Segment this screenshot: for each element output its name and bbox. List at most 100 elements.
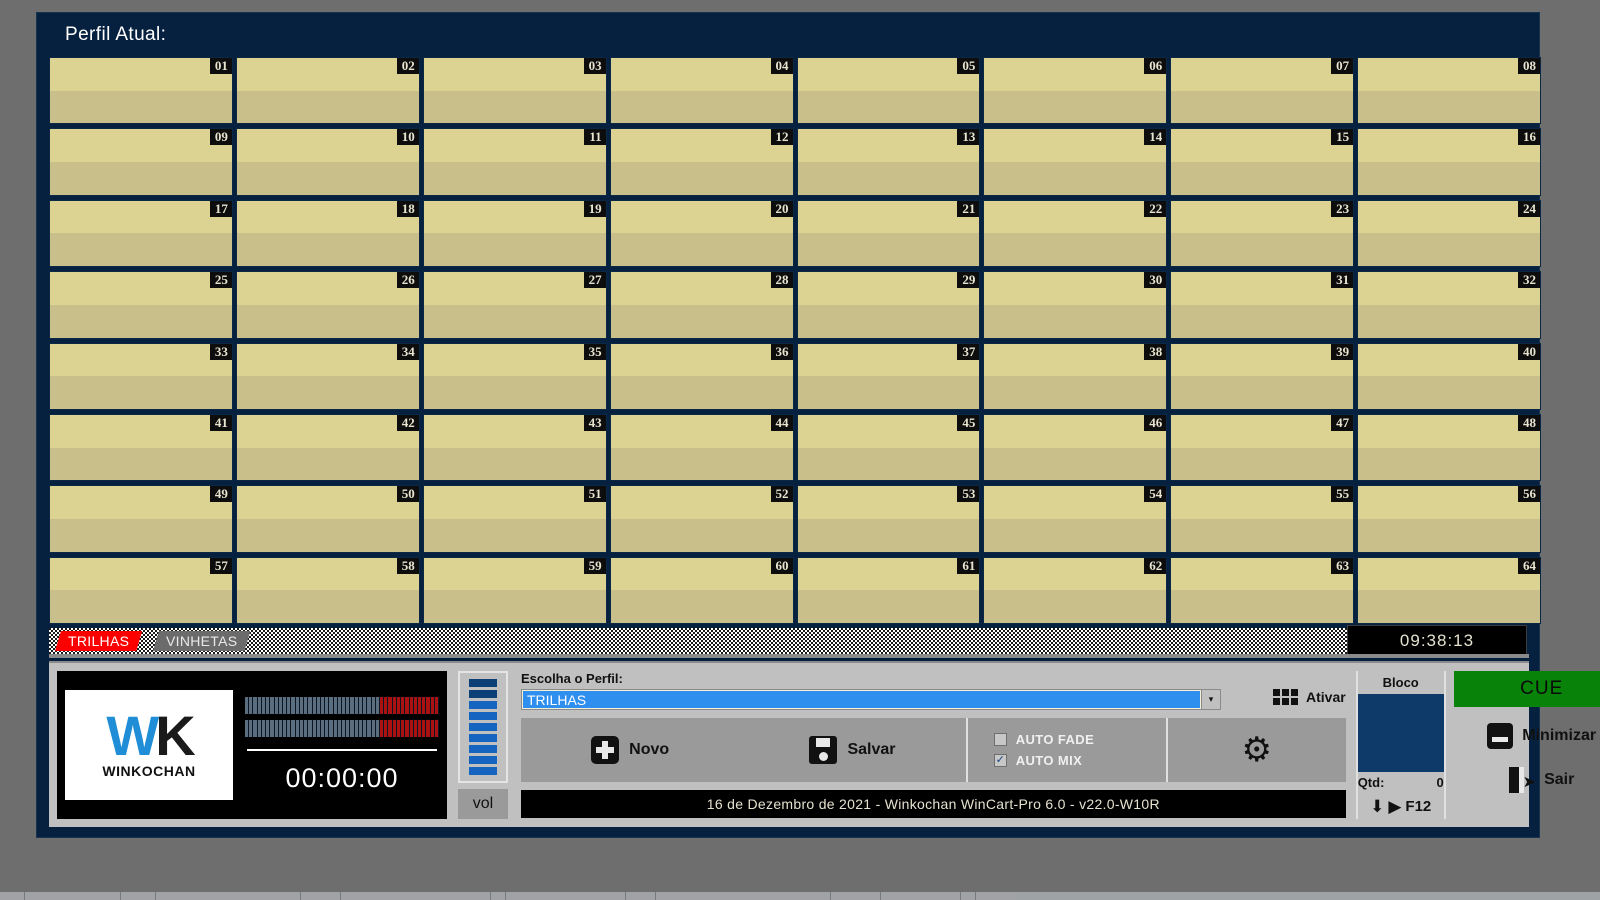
cart-number-badge: 39 (1331, 343, 1354, 360)
tab-vinhetas[interactable]: VINHETAS (153, 631, 250, 651)
cart-cell[interactable]: 46 (983, 413, 1168, 482)
cart-cell[interactable]: 27 (422, 271, 607, 339)
cart-cell[interactable]: 07 (1170, 57, 1355, 125)
cart-grid[interactable]: 01 02 03 04 05 06 07 08 09 10 11 12 13 14 15 16 17 18 19 20… (49, 57, 1541, 624)
cart-cell[interactable]: 56 (1357, 485, 1541, 553)
volume-bar[interactable] (469, 679, 497, 687)
cart-cell[interactable]: 40 (1357, 342, 1541, 410)
cart-cell[interactable]: 18 (235, 199, 420, 268)
volume-bar[interactable] (469, 712, 497, 720)
cart-cell[interactable]: 57 (49, 556, 233, 624)
cart-cell[interactable]: 33 (49, 342, 233, 410)
auto-fade-checkbox[interactable] (993, 733, 1007, 746)
sair-button[interactable]: ➤ Sair (1509, 767, 1574, 793)
cart-cell[interactable]: 05 (796, 57, 981, 125)
cart-cell[interactable]: 06 (983, 57, 1168, 125)
cart-cell[interactable]: 55 (1170, 485, 1355, 553)
cart-cell[interactable]: 17 (49, 199, 233, 268)
volume-bar[interactable] (469, 690, 497, 698)
cart-cell[interactable]: 49 (49, 485, 233, 553)
cart-cell[interactable]: 12 (609, 128, 794, 196)
bloco-shortcut[interactable]: ⬇ ▶ F12 (1370, 798, 1431, 815)
cart-cell[interactable]: 34 (235, 342, 420, 410)
profile-selected-value[interactable]: TRILHAS (522, 690, 1201, 709)
cart-cell[interactable]: 51 (422, 485, 607, 553)
cart-cell[interactable]: 38 (983, 342, 1168, 410)
cart-cell[interactable]: 52 (609, 485, 794, 553)
cart-cell[interactable]: 28 (609, 271, 794, 339)
cart-cell[interactable]: 30 (983, 271, 1168, 339)
auto-fade-checkbox-row[interactable]: AUTO FADE (993, 732, 1166, 747)
cart-cell[interactable]: 22 (983, 199, 1168, 268)
cart-cell[interactable]: 39 (1170, 342, 1355, 410)
volume-bar[interactable] (469, 701, 497, 709)
volume-bar[interactable] (469, 756, 497, 764)
cart-cell[interactable]: 02 (235, 57, 420, 125)
salvar-button[interactable]: Salvar (809, 736, 896, 764)
bloco-list[interactable] (1357, 694, 1444, 772)
cart-cell[interactable]: 25 (49, 271, 233, 339)
cart-cell[interactable]: 48 (1357, 413, 1541, 482)
tab-trilhas[interactable]: TRILHAS (55, 631, 142, 651)
cart-cell[interactable]: 31 (1170, 271, 1355, 339)
minimizar-button[interactable]: Minimizar (1487, 723, 1596, 749)
cart-cell[interactable]: 08 (1357, 57, 1541, 125)
cart-cell[interactable]: 20 (609, 199, 794, 268)
cart-cell[interactable]: 42 (235, 413, 420, 482)
cart-cell[interactable]: 45 (796, 413, 981, 482)
volume-slider[interactable] (458, 671, 508, 783)
cart-cell[interactable]: 43 (422, 413, 607, 482)
chevron-down-icon[interactable]: ▾ (1201, 690, 1220, 709)
cart-cell[interactable]: 09 (49, 128, 233, 196)
cart-cell[interactable]: 23 (1170, 199, 1355, 268)
vu-segment (392, 719, 396, 737)
cart-cell[interactable]: 53 (796, 485, 981, 553)
cart-cell[interactable]: 14 (983, 128, 1168, 196)
cart-cell[interactable]: 01 (49, 57, 233, 125)
cart-cell[interactable]: 58 (235, 556, 420, 624)
volume-label[interactable]: vol (458, 789, 508, 819)
cart-cell[interactable]: 21 (796, 199, 981, 268)
auto-mix-checkbox[interactable]: ✓ (993, 754, 1007, 767)
cart-cell[interactable]: 15 (1170, 128, 1355, 196)
auto-mix-checkbox-row[interactable]: ✓ AUTO MIX (993, 753, 1166, 768)
cart-cell[interactable]: 24 (1357, 199, 1541, 268)
cart-cell[interactable]: 59 (422, 556, 607, 624)
cue-button[interactable]: CUE (1453, 671, 1600, 707)
cart-cell[interactable]: 19 (422, 199, 607, 268)
cart-cell[interactable]: 63 (1170, 556, 1355, 624)
player-readout: 00:00:00 (233, 696, 439, 794)
settings-button[interactable]: ⚙ (1165, 718, 1346, 782)
profile-select[interactable]: TRILHAS ▾ (521, 689, 1221, 710)
cart-cell[interactable]: 26 (235, 271, 420, 339)
ativar-button[interactable]: Ativar (1273, 689, 1346, 705)
auto-fade-label: AUTO FADE (1015, 732, 1095, 747)
cart-cell[interactable]: 11 (422, 128, 607, 196)
cart-cell[interactable]: 13 (796, 128, 981, 196)
cart-cell[interactable]: 37 (796, 342, 981, 410)
volume-bar[interactable] (469, 767, 497, 775)
cart-number-badge: 33 (209, 343, 232, 360)
cart-cell[interactable]: 62 (983, 556, 1168, 624)
cart-cell[interactable]: 64 (1357, 556, 1541, 624)
cart-cell[interactable]: 60 (609, 556, 794, 624)
volume-bar[interactable] (469, 734, 497, 742)
cart-cell[interactable]: 44 (609, 413, 794, 482)
cart-cell[interactable]: 47 (1170, 413, 1355, 482)
grid-icon (1273, 689, 1298, 705)
cart-cell[interactable]: 41 (49, 413, 233, 482)
volume-bar[interactable] (469, 723, 497, 731)
cart-cell[interactable]: 35 (422, 342, 607, 410)
novo-button[interactable]: Novo (591, 736, 669, 764)
volume-bar[interactable] (469, 745, 497, 753)
cart-cell[interactable]: 32 (1357, 271, 1541, 339)
cart-cell[interactable]: 54 (983, 485, 1168, 553)
cart-cell[interactable]: 29 (796, 271, 981, 339)
cart-cell[interactable]: 36 (609, 342, 794, 410)
cart-cell[interactable]: 10 (235, 128, 420, 196)
cart-cell[interactable]: 04 (609, 57, 794, 125)
cart-cell[interactable]: 16 (1357, 128, 1541, 196)
cart-cell[interactable]: 03 (422, 57, 607, 125)
cart-cell[interactable]: 50 (235, 485, 420, 553)
cart-cell[interactable]: 61 (796, 556, 981, 624)
